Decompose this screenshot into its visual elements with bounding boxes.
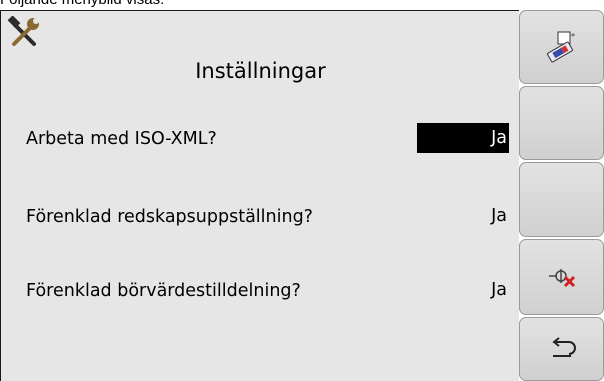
setting-label-iso-xml: Arbeta med ISO-XML?: [26, 129, 217, 149]
softkey-usb-button[interactable]: *: [519, 10, 604, 84]
softkey-back-button[interactable]: [519, 317, 604, 381]
page-title: Inställningar: [195, 59, 326, 83]
setting-value-setpoint-assignment[interactable]: Ja: [417, 275, 509, 305]
caption: Följande menybild visas:: [0, 0, 164, 9]
section-control-off-icon: [548, 269, 575, 288]
setting-value-implement-setup[interactable]: Ja: [417, 201, 509, 231]
softkey-section-control-button[interactable]: [519, 239, 604, 315]
setting-label-implement-setup: Förenklad redskapsuppställning?: [26, 207, 313, 227]
settings-screen: Inställningar Arbeta med ISO-XML? Ja För…: [0, 10, 519, 381]
usb-stick-icon: *: [546, 31, 575, 63]
softkey-empty-2[interactable]: [519, 86, 604, 160]
svg-text:*: *: [571, 32, 575, 41]
tools-icon: [7, 16, 39, 46]
return-arrow-icon: [551, 337, 576, 357]
setting-label-setpoint-assignment: Förenklad börvärdestilldelning?: [26, 281, 301, 301]
softkey-bar: *: [519, 10, 604, 381]
softkey-empty-3[interactable]: [519, 162, 604, 237]
setting-value-iso-xml[interactable]: Ja: [417, 123, 509, 153]
